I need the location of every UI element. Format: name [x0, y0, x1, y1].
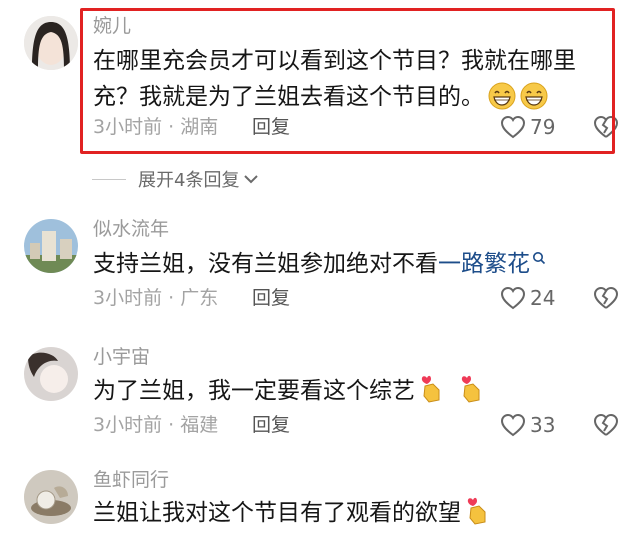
- comment-body: 为了兰姐，我一定要看这个综艺: [93, 378, 415, 404]
- search-link[interactable]: 一路繁花: [438, 251, 530, 277]
- time-location: 3小时前 · 福建: [93, 414, 219, 436]
- comment-item: 小宇宙 为了兰姐，我一定要看这个综艺 3小时前 · 福建 回复 33: [0, 333, 640, 463]
- like-button[interactable]: 24: [500, 285, 555, 311]
- comment-text: 兰姐让我对这个节目有了观看的欲望: [93, 495, 613, 533]
- heart-icon: [500, 413, 526, 437]
- avatar[interactable]: [24, 347, 78, 401]
- divider: [92, 178, 126, 180]
- dislike-button[interactable]: [592, 285, 620, 311]
- heart-icon: [500, 286, 526, 310]
- finger-heart-emoji-icon: [459, 374, 485, 415]
- expand-replies-button[interactable]: 展开4条回复: [92, 166, 259, 192]
- comment-body: 兰姐让我对这个节目有了观看的欲望: [93, 500, 461, 526]
- avatar[interactable]: [24, 16, 78, 70]
- comment-item: 鱼虾同行 兰姐让我对这个节目有了观看的欲望: [0, 458, 640, 533]
- avatar[interactable]: [24, 219, 78, 273]
- highlight-box: [80, 8, 615, 154]
- broken-heart-icon: [593, 286, 619, 309]
- comment-text: 支持兰姐，没有兰姐参加绝对不看一路繁花: [93, 246, 613, 282]
- comment-body: 支持兰姐，没有兰姐参加绝对不看: [93, 251, 438, 277]
- reply-button[interactable]: 回复: [252, 285, 290, 311]
- chevron-down-icon: [244, 175, 259, 184]
- finger-heart-emoji-icon: [465, 496, 491, 533]
- comment-text: 为了兰姐，我一定要看这个综艺: [93, 373, 613, 415]
- avatar[interactable]: [24, 470, 78, 524]
- reply-button[interactable]: 回复: [252, 412, 290, 438]
- like-count: 33: [530, 413, 556, 437]
- username[interactable]: 小宇宙: [93, 345, 150, 369]
- broken-heart-icon: [593, 413, 619, 436]
- time-location: 3小时前 · 广东: [93, 287, 219, 309]
- username[interactable]: 似水流年: [93, 217, 169, 241]
- expand-replies-label: 展开4条回复: [138, 170, 240, 191]
- search-icon: [533, 252, 546, 265]
- like-button[interactable]: 33: [500, 412, 555, 438]
- like-count: 24: [530, 286, 556, 310]
- finger-heart-emoji-icon: [419, 374, 445, 415]
- dislike-button[interactable]: [592, 412, 620, 438]
- comment-item: 似水流年 支持兰姐，没有兰姐参加绝对不看一路繁花 3小时前 · 广东 回复 24: [0, 205, 640, 335]
- username[interactable]: 鱼虾同行: [93, 468, 169, 492]
